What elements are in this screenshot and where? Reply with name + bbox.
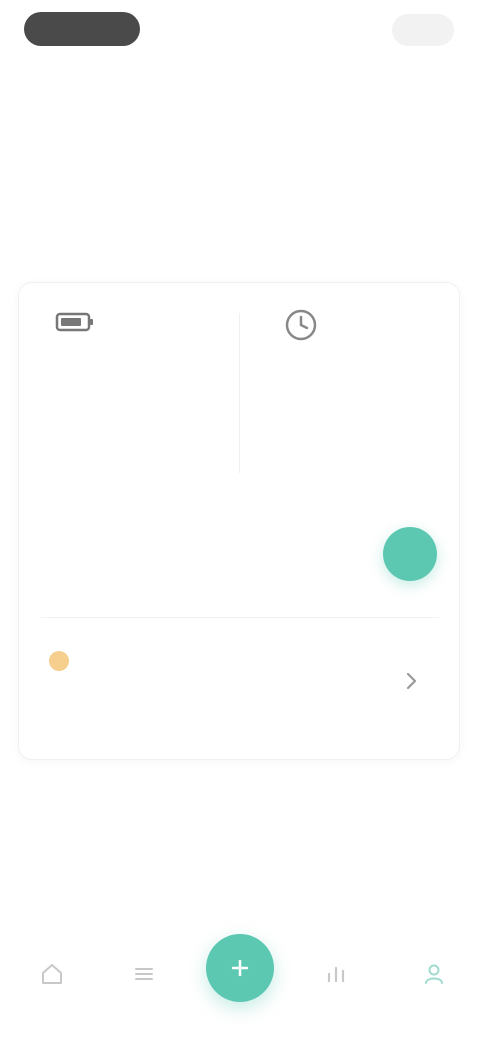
stat-divider (239, 313, 240, 473)
toggle-switch[interactable] (383, 527, 437, 581)
nav-home-button[interactable] (32, 954, 72, 994)
nav-profile-button[interactable] (414, 954, 454, 994)
settings-row-toggle[interactable] (41, 519, 441, 609)
plus-icon (231, 959, 249, 977)
user-icon (425, 964, 443, 984)
nav-list-button[interactable] (124, 954, 164, 994)
settings-row-link[interactable] (41, 651, 441, 741)
home-icon (42, 964, 62, 984)
status-pill (24, 12, 140, 46)
row-title (41, 651, 441, 671)
battery-icon (55, 307, 95, 337)
clock-icon (283, 307, 319, 343)
warning-badge-dot (49, 651, 69, 671)
stat-battery (41, 307, 231, 487)
nav-chart-button[interactable] (316, 954, 356, 994)
chart-icon (327, 966, 345, 983)
stat-clock (255, 307, 445, 487)
bottom-nav (0, 910, 480, 1040)
top-action-button[interactable] (392, 14, 454, 46)
nav-add-button[interactable] (206, 934, 274, 1002)
chevron-right-icon[interactable] (395, 665, 427, 697)
list-icon (135, 968, 153, 980)
settings-card (18, 282, 460, 760)
row-divider (41, 617, 439, 618)
